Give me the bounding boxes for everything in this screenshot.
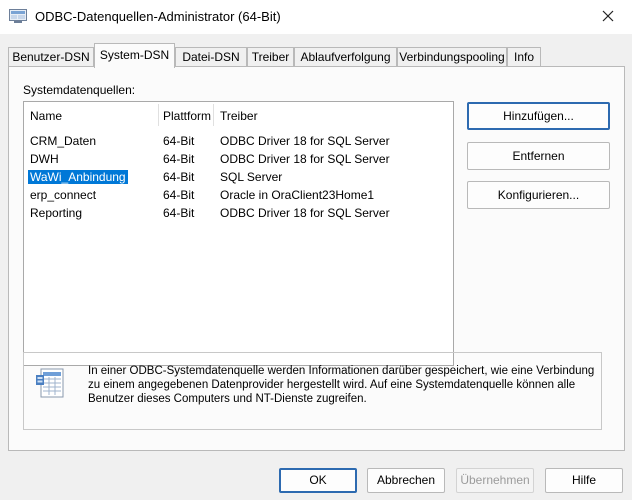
dsn-platform: 64-Bit (163, 206, 195, 220)
data-source-icon (36, 368, 64, 398)
dsn-driver: Oracle in OraClient23Home1 (220, 188, 375, 202)
tab-panel-system-dsn: Systemdatenquellen: Name Plattform Treib… (8, 66, 625, 451)
window-title: ODBC-Datenquellen-Administrator (64-Bit) (35, 9, 281, 24)
configure-button[interactable]: Konfigurieren... (467, 181, 610, 209)
column-header-name[interactable]: Name (30, 109, 62, 123)
cancel-button[interactable]: Abbrechen (367, 468, 445, 493)
column-header-driver[interactable]: Treiber (220, 109, 258, 123)
remove-button[interactable]: Entfernen (467, 142, 610, 170)
list-item[interactable]: DWH 64-Bit ODBC Driver 18 for SQL Server (24, 150, 453, 168)
tab-treiber[interactable]: Treiber (247, 47, 294, 66)
ok-button[interactable]: OK (279, 468, 357, 493)
system-dsn-label: Systemdatenquellen: (23, 83, 136, 97)
dsn-platform: 64-Bit (163, 134, 195, 148)
system-dsn-list[interactable]: Name Plattform Treiber CRM_Daten 64-Bit … (23, 101, 454, 366)
dsn-driver: ODBC Driver 18 for SQL Server (220, 206, 390, 220)
help-button[interactable]: Hilfe (545, 468, 623, 493)
close-icon[interactable] (598, 6, 618, 26)
tab-benutzer-dsn[interactable]: Benutzer-DSN (8, 47, 94, 66)
dsn-name: erp_connect (30, 188, 97, 202)
tab-strip: Benutzer-DSN System-DSN Datei-DSN Treibe… (8, 43, 628, 68)
dsn-name: CRM_Daten (30, 134, 97, 148)
info-text: In einer ODBC-Systemdatenquelle werden I… (88, 365, 595, 405)
tab-datei-dsn[interactable]: Datei-DSN (175, 47, 247, 66)
dsn-platform: 64-Bit (163, 152, 195, 166)
list-item[interactable]: erp_connect 64-Bit Oracle in OraClient23… (24, 186, 453, 204)
add-button[interactable]: Hinzufügen... (467, 102, 610, 130)
title-bar: ODBC-Datenquellen-Administrator (64-Bit) (0, 0, 632, 34)
dsn-name: WaWi_Anbindung (28, 170, 128, 184)
column-header-platform[interactable]: Plattform (163, 109, 211, 123)
list-item[interactable]: CRM_Daten 64-Bit ODBC Driver 18 for SQL … (24, 132, 453, 150)
odbc-app-icon (9, 9, 27, 23)
column-separator[interactable] (213, 104, 214, 126)
dsn-driver: ODBC Driver 18 for SQL Server (220, 134, 390, 148)
apply-button[interactable]: Übernehmen (456, 468, 534, 493)
tab-system-dsn[interactable]: System-DSN (94, 43, 175, 68)
dsn-platform: 64-Bit (163, 188, 195, 202)
info-box: In einer ODBC-Systemdatenquelle werden I… (23, 352, 602, 430)
dsn-driver: SQL Server (220, 170, 283, 184)
dsn-platform: 64-Bit (163, 170, 195, 184)
dsn-driver: ODBC Driver 18 for SQL Server (220, 152, 390, 166)
list-item-selected[interactable]: WaWi_Anbindung 64-Bit SQL Server (24, 168, 453, 186)
column-separator[interactable] (158, 104, 159, 126)
tab-verbindungspooling[interactable]: Verbindungspooling (397, 47, 507, 66)
tab-ablaufverfolgung[interactable]: Ablaufverfolgung (294, 47, 397, 66)
dsn-name: Reporting (30, 206, 83, 220)
dsn-name: DWH (30, 152, 59, 166)
list-item[interactable]: Reporting 64-Bit ODBC Driver 18 for SQL … (24, 204, 453, 222)
tab-info[interactable]: Info (507, 47, 541, 66)
list-header: Name Plattform Treiber (24, 102, 453, 128)
